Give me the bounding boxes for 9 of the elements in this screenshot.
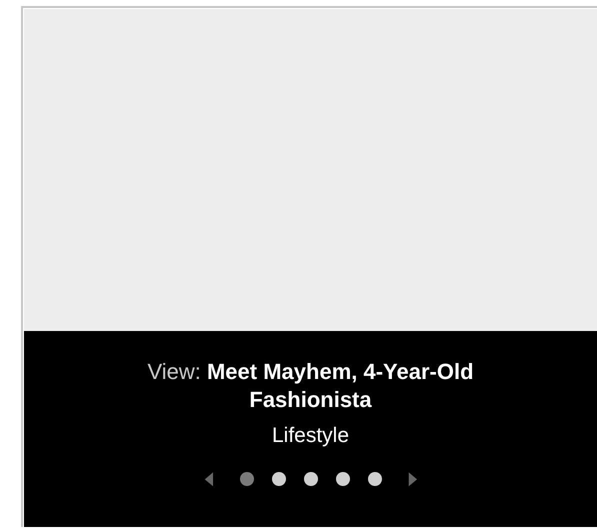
pager-dot[interactable] xyxy=(368,472,382,486)
category-label: Lifestyle xyxy=(272,424,350,448)
pager-dot[interactable] xyxy=(336,472,350,486)
slide-title[interactable]: View: Meet Mayhem, 4-Year-Old Fashionista xyxy=(96,358,526,414)
pager-dot[interactable] xyxy=(304,472,318,486)
previous-button[interactable]: ◀ xyxy=(200,470,216,488)
pager-dot[interactable] xyxy=(272,472,286,486)
next-button[interactable]: ▶ xyxy=(404,470,420,488)
pager-dot[interactable] xyxy=(240,472,254,486)
